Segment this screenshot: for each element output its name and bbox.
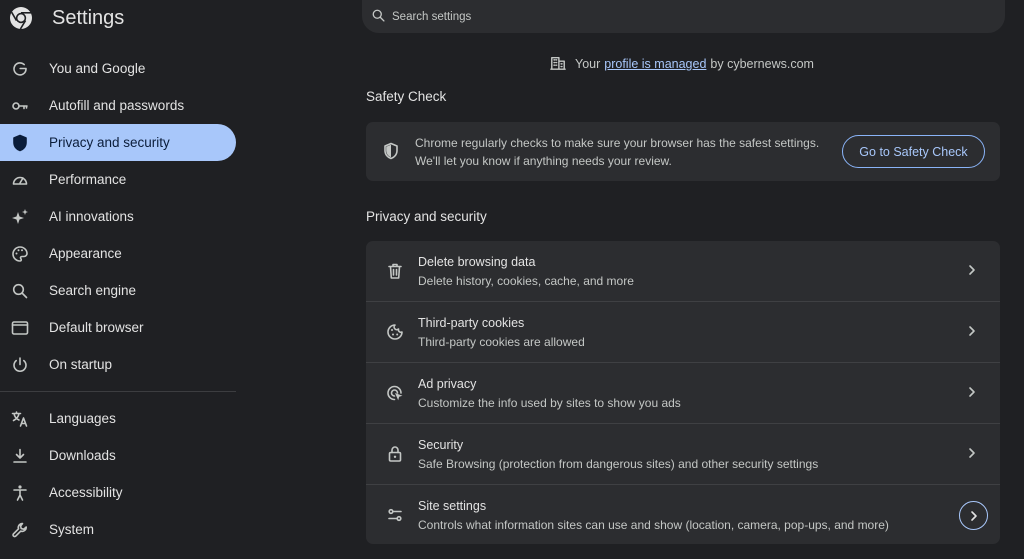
sidebar-item-search-engine[interactable]: Search engine [0, 272, 236, 309]
chevron-right-icon [966, 385, 980, 399]
search-bar [362, 0, 1005, 33]
site-settings-row[interactable]: Site settings Controls what information … [366, 484, 1000, 544]
sidebar-nav: You and Google Autofill and passwords Pr… [0, 50, 240, 548]
shield-icon [11, 134, 29, 152]
search-input[interactable] [392, 8, 972, 26]
wrench-icon [11, 521, 29, 539]
sidebar-item-ai-innovations[interactable]: AI innovations [0, 198, 236, 235]
third-party-cookies-row[interactable]: Third-party cookies Third-party cookies … [366, 301, 1000, 361]
download-icon [11, 447, 29, 465]
sidebar-item-downloads[interactable]: Downloads [0, 437, 236, 474]
managed-suffix: by cybernews.com [710, 57, 814, 71]
sidebar: Settings You and Google Autofill and pas… [0, 0, 240, 559]
privacy-security-card: Delete browsing data Delete history, coo… [366, 241, 1000, 544]
ad-privacy-row[interactable]: Ad privacy Customize the info used by si… [366, 362, 1000, 422]
brand: Settings [9, 5, 124, 31]
sidebar-divider [0, 391, 236, 392]
sparkle-icon [11, 208, 29, 226]
sliders-icon [386, 506, 404, 524]
sidebar-item-privacy[interactable]: Privacy and security [0, 124, 236, 161]
building-icon [550, 55, 566, 74]
sidebar-item-on-startup[interactable]: On startup [0, 346, 236, 383]
sidebar-item-system[interactable]: System [0, 511, 236, 548]
delete-browsing-data-row[interactable]: Delete browsing data Delete history, coo… [366, 241, 1000, 301]
sidebar-item-default-browser[interactable]: Default browser [0, 309, 236, 346]
sidebar-item-languages[interactable]: Languages [0, 400, 236, 437]
chevron-right-icon [966, 263, 980, 277]
safety-check-heading: Safety Check [366, 89, 447, 104]
ad-privacy-icon [386, 384, 404, 402]
chevron-right-icon [959, 501, 988, 530]
cookie-icon [386, 323, 404, 341]
settings-app: Settings You and Google Autofill and pas… [0, 0, 1024, 559]
sidebar-item-accessibility[interactable]: Accessibility [0, 474, 236, 511]
sidebar-item-autofill[interactable]: Autofill and passwords [0, 87, 236, 124]
go-to-safety-check-button[interactable]: Go to Safety Check [842, 135, 985, 168]
translate-icon [11, 410, 29, 428]
power-icon [11, 356, 29, 374]
browser-window-icon [11, 319, 29, 337]
managed-prefix: Your [575, 57, 601, 71]
sidebar-item-performance[interactable]: Performance [0, 161, 236, 198]
speedometer-icon [11, 171, 29, 189]
accessibility-icon [11, 484, 29, 502]
safety-check-description: Chrome regularly checks to make sure you… [415, 136, 820, 168]
safety-check-card: Chrome regularly checks to make sure you… [366, 122, 1000, 181]
shield-outline-icon [382, 142, 400, 165]
chevron-right-icon [966, 324, 980, 338]
trash-icon [386, 262, 404, 280]
security-row[interactable]: Security Safe Browsing (protection from … [366, 423, 1000, 483]
palette-icon [11, 245, 29, 263]
search-icon [11, 282, 29, 300]
google-g-icon [11, 60, 29, 78]
key-icon [11, 97, 29, 115]
search-icon [371, 8, 386, 28]
sidebar-item-you-and-google[interactable]: You and Google [0, 50, 236, 87]
chrome-logo-icon [10, 7, 32, 30]
chevron-right-icon [966, 446, 980, 460]
profile-managed-link[interactable]: profile is managed [604, 57, 706, 71]
managed-notice: Your profile is managed by cybernews.com [550, 56, 814, 72]
sidebar-item-appearance[interactable]: Appearance [0, 235, 236, 272]
lock-icon [386, 445, 404, 463]
privacy-security-heading: Privacy and security [366, 209, 487, 224]
page-title: Settings [52, 6, 125, 29]
